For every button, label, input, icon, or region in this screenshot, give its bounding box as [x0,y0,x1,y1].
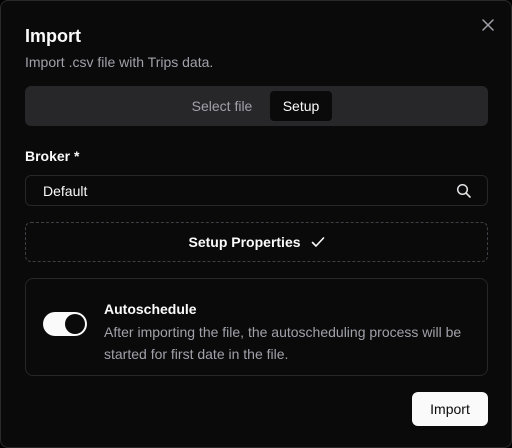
broker-select[interactable]: Default [25,175,488,206]
broker-value: Default [43,183,88,199]
setup-properties-button[interactable]: Setup Properties [25,222,488,262]
autoschedule-card: Autoschedule After importing the file, t… [25,278,488,376]
autoschedule-title: Autoschedule [104,301,197,317]
setup-properties-label: Setup Properties [188,234,301,250]
autoschedule-description: After importing the file, the autoschedu… [104,324,462,362]
check-icon [311,237,324,247]
toggle-knob [65,314,85,334]
import-dialog: Import Import .csv file with Trips data.… [0,0,512,448]
tab-setup[interactable]: Setup [270,91,332,121]
dialog-subtitle: Import .csv file with Trips data. [25,54,214,70]
close-icon [482,19,494,31]
tab-list: Select file Setup [25,86,488,126]
broker-label: Broker * [25,148,80,164]
tab-select-file[interactable]: Select file [185,91,259,121]
autoschedule-toggle[interactable] [43,312,87,336]
search-icon[interactable] [456,183,472,199]
import-button[interactable]: Import [412,392,488,426]
close-button[interactable] [479,16,497,34]
dialog-title: Import [25,26,81,46]
